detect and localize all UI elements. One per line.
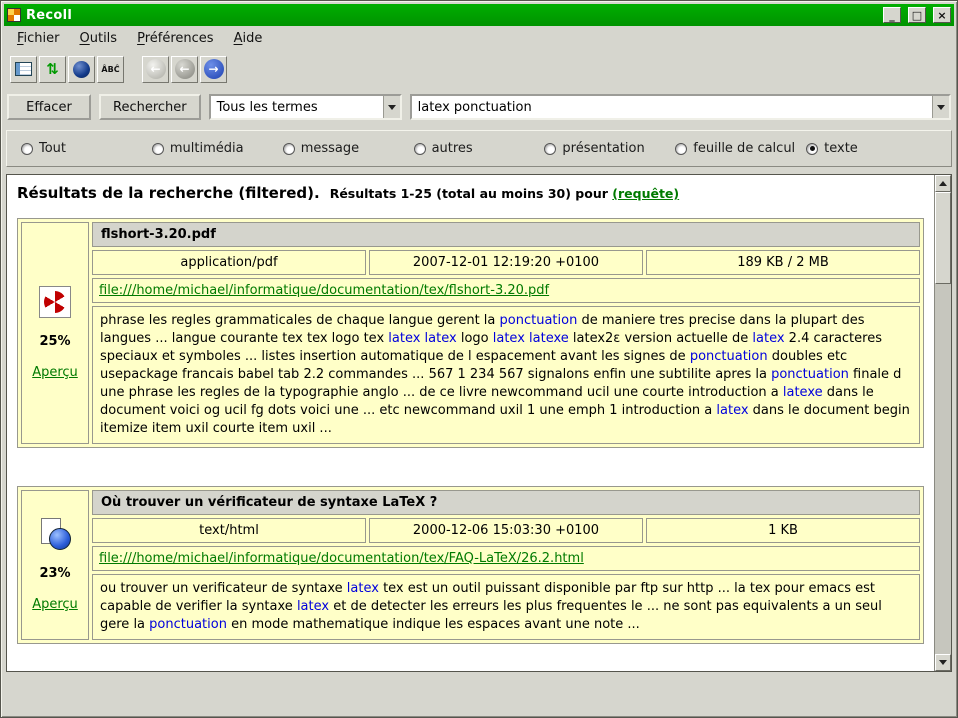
down-arrow-icon: [939, 660, 947, 665]
radio-icon: [544, 143, 556, 155]
scroll-down-button[interactable]: [935, 654, 951, 671]
menu-outils[interactable]: Outils: [71, 28, 127, 49]
relevance-percent: 23%: [39, 566, 70, 581]
status-area: [4, 672, 954, 714]
query-history-dropdown[interactable]: [932, 96, 949, 118]
result-block: 23% Aperçu Où trouver un vérificateur de…: [17, 486, 924, 644]
category-filter: Tout multimédia message autres présentat…: [6, 130, 952, 167]
search-mode-select[interactable]: Tous les termes: [209, 94, 402, 120]
arrow-left-icon: ←: [146, 59, 166, 79]
result-meta-row: application/pdf 2007-12-01 12:19:20 +010…: [92, 250, 920, 275]
filter-message[interactable]: message: [283, 141, 414, 156]
radio-icon: [675, 143, 687, 155]
menu-fichier[interactable]: Fichier: [8, 28, 69, 49]
run-query-button[interactable]: [68, 56, 95, 83]
recoll-window: Recoll _ □ × Fichier Outils Préférences …: [0, 0, 958, 718]
chevron-down-icon: [388, 105, 396, 110]
result-date: 2007-12-01 12:19:20 +0100: [369, 250, 643, 275]
titlebar: Recoll _ □ ×: [4, 4, 954, 26]
previous-page-button[interactable]: ←: [171, 56, 198, 83]
radio-icon: [152, 143, 164, 155]
globe-glyph: [49, 528, 71, 550]
result-url-row: file:///home/michael/informatique/docume…: [92, 546, 920, 571]
result-side-panel: 23% Aperçu: [21, 490, 89, 640]
html-icon: [39, 518, 71, 550]
result-block: 25% Aperçu flshort-3.20.pdf application/…: [17, 218, 924, 448]
results-scrollbar[interactable]: [934, 175, 951, 671]
query-combo: [410, 94, 951, 120]
toolbar-group-main: ⇅ ÂBĈ: [10, 56, 124, 83]
search-mode-value: Tous les termes: [211, 100, 383, 115]
preview-link[interactable]: Aperçu: [32, 365, 78, 380]
menu-aide[interactable]: Aide: [225, 28, 272, 49]
result-url-link[interactable]: file:///home/michael/informatique/docume…: [99, 551, 584, 566]
clear-search-button[interactable]: [10, 56, 37, 83]
radio-icon: [21, 143, 33, 155]
arrow-right-icon: →: [204, 59, 224, 79]
window-title: Recoll: [26, 8, 876, 23]
update-index-button[interactable]: ⇅: [39, 56, 66, 83]
minimize-button[interactable]: _: [883, 7, 901, 23]
arrow-left-icon: ←: [175, 59, 195, 79]
results-area: Résultats de la recherche (filtered). Ré…: [6, 174, 952, 672]
filter-autres[interactable]: autres: [414, 141, 545, 156]
result-size: 189 KB / 2 MB: [646, 250, 920, 275]
filter-tout[interactable]: Tout: [21, 141, 152, 156]
chevron-down-icon: [937, 105, 945, 110]
close-button[interactable]: ×: [933, 7, 951, 23]
result-url-row: file:///home/michael/informatique/docume…: [92, 278, 920, 303]
result-details: Où trouver un vérificateur de syntaxe La…: [92, 490, 920, 640]
scrollbar-track[interactable]: [935, 284, 951, 654]
term-explorer-button[interactable]: ÂBĈ: [97, 56, 124, 83]
search-mode-dropdown[interactable]: [383, 96, 400, 118]
relevance-percent: 25%: [39, 334, 70, 349]
search-button[interactable]: Rechercher: [99, 94, 201, 120]
result-details: flshort-3.20.pdf application/pdf 2007-12…: [92, 222, 920, 444]
menubar: Fichier Outils Préférences Aide: [4, 26, 954, 51]
search-bar: Effacer Rechercher Tous les termes: [4, 90, 954, 124]
radio-icon: [283, 143, 295, 155]
filter-feuille-de-calcul[interactable]: feuille de calcul: [675, 141, 806, 156]
run-query-icon: [73, 61, 90, 78]
filter-presentation[interactable]: présentation: [544, 141, 675, 156]
menu-preferences[interactable]: Préférences: [128, 28, 222, 49]
app-icon: [7, 8, 21, 22]
preview-link[interactable]: Aperçu: [32, 597, 78, 612]
first-page-button[interactable]: ←: [142, 56, 169, 83]
results-header: Résultats de la recherche (filtered). Ré…: [17, 184, 924, 202]
result-side-panel: 25% Aperçu: [21, 222, 89, 444]
result-mime: text/html: [92, 518, 366, 543]
results-list: Résultats de la recherche (filtered). Ré…: [7, 175, 934, 671]
result-url-link[interactable]: file:///home/michael/informatique/docume…: [99, 283, 549, 298]
clear-search-icon: [15, 62, 32, 76]
query-link[interactable]: (requête): [612, 186, 679, 201]
toolbar-group-nav: ← ← →: [142, 56, 227, 83]
result-snippet: phrase les regles grammaticales de chaqu…: [92, 306, 920, 444]
term-explorer-icon: ÂBĈ: [101, 65, 119, 74]
radio-icon: [806, 143, 818, 155]
update-index-icon: ⇅: [46, 62, 59, 77]
up-arrow-icon: [939, 181, 947, 186]
result-date: 2000-12-06 15:03:30 +0100: [369, 518, 643, 543]
results-title: Résultats de la recherche (filtered).: [17, 184, 320, 202]
clear-button[interactable]: Effacer: [7, 94, 91, 120]
result-mime: application/pdf: [92, 250, 366, 275]
pdf-icon: [39, 286, 71, 318]
result-title: flshort-3.20.pdf: [92, 222, 920, 247]
maximize-button[interactable]: □: [908, 7, 926, 23]
result-meta-row: text/html 2000-12-06 15:03:30 +0100 1 KB: [92, 518, 920, 543]
result-snippet: ou trouver un verificateur de syntaxe la…: [92, 574, 920, 640]
scrollbar-thumb[interactable]: [935, 192, 951, 284]
filter-multimedia[interactable]: multimédia: [152, 141, 283, 156]
radio-icon: [414, 143, 426, 155]
results-count: Résultats 1-25 (total au moins 30) pour …: [330, 186, 679, 201]
toolbar: ⇅ ÂBĈ ← ← →: [4, 51, 954, 87]
result-title: Où trouver un vérificateur de syntaxe La…: [92, 490, 920, 515]
result-gap: [15, 448, 926, 486]
scroll-up-button[interactable]: [935, 175, 951, 192]
filter-texte[interactable]: texte: [806, 141, 937, 156]
next-page-button[interactable]: →: [200, 56, 227, 83]
result-size: 1 KB: [646, 518, 920, 543]
search-input[interactable]: [412, 96, 932, 118]
